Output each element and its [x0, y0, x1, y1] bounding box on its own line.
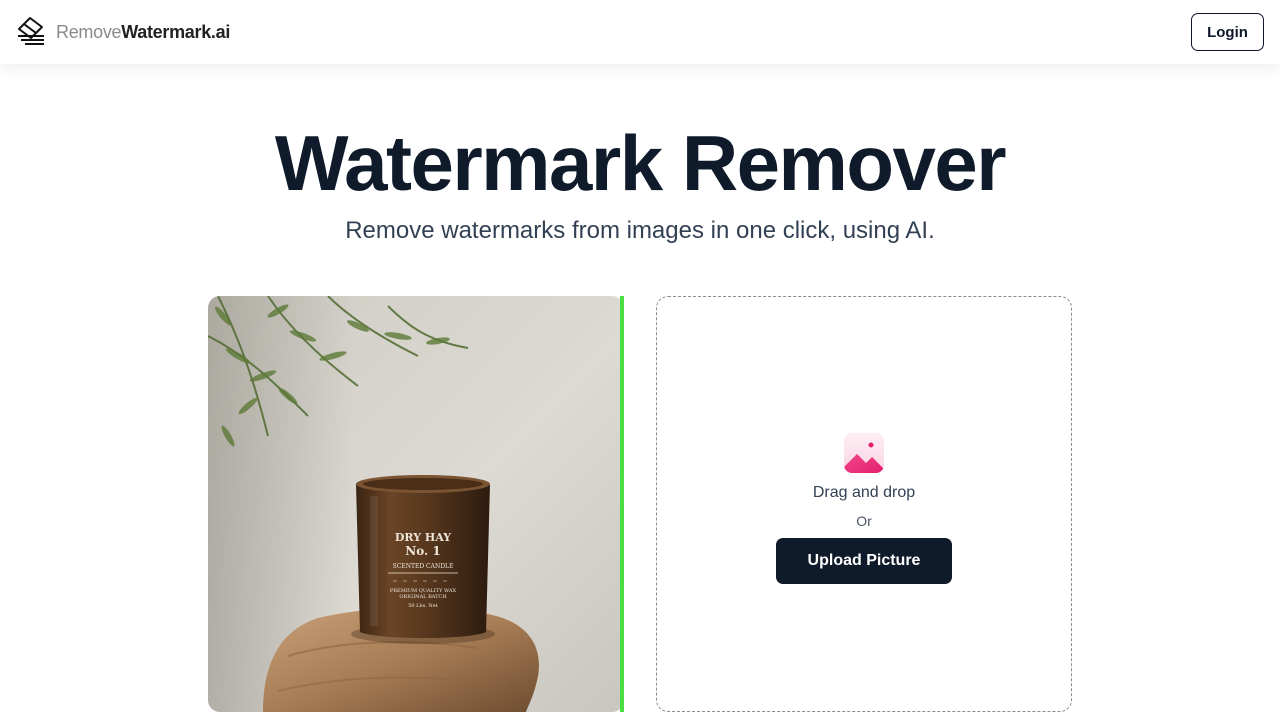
- jar-label-line2: No. 1: [405, 544, 440, 558]
- upload-dropzone[interactable]: Drag and drop Or Upload Picture: [656, 296, 1072, 712]
- login-button[interactable]: Login: [1191, 13, 1264, 51]
- brand-name: RemoveWatermark.ai: [56, 22, 230, 43]
- drag-and-drop-text: Drag and drop: [812, 483, 916, 501]
- comparison-divider[interactable]: [620, 296, 624, 712]
- page-subtitle: Remove watermarks from images in one cli…: [345, 217, 935, 244]
- eraser-logo-icon: [16, 15, 46, 50]
- brand-name-light: Remove: [56, 21, 122, 42]
- sample-image: DRY HAY No. 1 SCENTED CANDLE PREMIUM QUA…: [208, 296, 624, 712]
- jar-label-line1: DRY HAY: [395, 531, 451, 544]
- image-icon: [844, 432, 884, 473]
- upload-picture-button[interactable]: Upload Picture: [776, 537, 952, 584]
- brand-name-bold: Watermark.ai: [121, 21, 231, 42]
- or-separator-text: Or: [856, 512, 872, 529]
- jar-label-line3: SCENTED CANDLE: [393, 563, 454, 570]
- page-title: Watermark Remover: [274, 119, 1007, 207]
- brand-logo-link[interactable]: RemoveWatermark.ai: [16, 15, 230, 50]
- jar-label-line5: ORIGINAL BATCH: [399, 594, 447, 600]
- jar-label-line6: 50 Lbs. Net: [408, 603, 438, 609]
- top-nav: RemoveWatermark.ai Login: [0, 0, 1280, 64]
